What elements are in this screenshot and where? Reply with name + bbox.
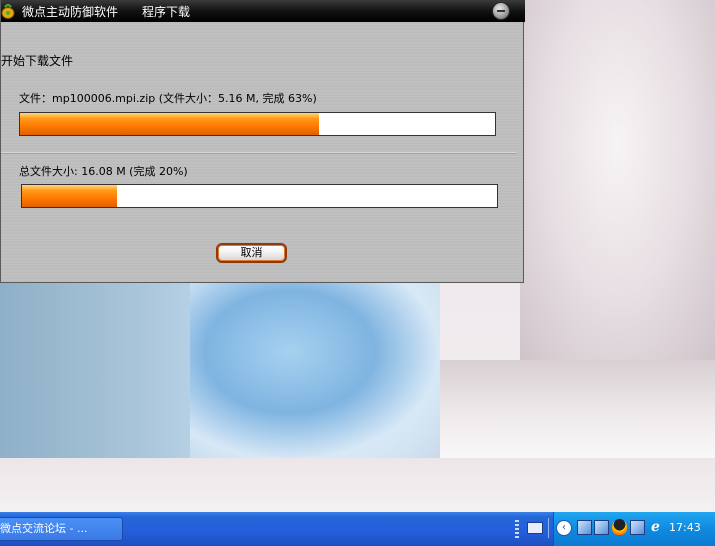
network-icon[interactable]: [577, 520, 592, 535]
tray-clock[interactable]: 17:43: [669, 521, 701, 534]
file-progress-label: 文件：mp100006.mpi.zip (文件大小：5.16 M, 完成 63%…: [19, 92, 317, 105]
total-progress-fill: [22, 185, 117, 207]
network-icon[interactable]: [594, 520, 609, 535]
app-logo-icon: [1, 4, 15, 19]
download-dialog: 微点主动防御软件 程序下载 开始下载文件 文件：mp100006.mpi.zip…: [0, 0, 525, 283]
network-icon[interactable]: [630, 520, 645, 535]
window-title: 微点主动防御软件: [22, 5, 119, 19]
file-progress-bar: [19, 112, 496, 136]
wallpaper-trees: [520, 0, 715, 360]
chevron-left-icon[interactable]: ‹: [556, 520, 572, 536]
cancel-button[interactable]: 取消: [216, 243, 287, 263]
download-heading: 开始下载文件: [1, 54, 74, 68]
file-progress-fill: [20, 113, 320, 135]
qq-icon[interactable]: [612, 519, 627, 535]
tray-separator: [548, 518, 549, 538]
title-bar[interactable]: 微点主动防御软件 程序下载: [1, 0, 525, 22]
taskbar-item-forum[interactable]: 微点交流论坛 - ...: [0, 517, 123, 541]
section-divider: [1, 152, 517, 154]
wallpaper-ground: [0, 458, 715, 512]
minimize-icon: [497, 10, 505, 12]
ie-icon[interactable]: ℯ: [648, 519, 663, 535]
toolbar-grip[interactable]: [515, 520, 519, 538]
minimize-button[interactable]: [492, 2, 510, 20]
wallpaper-snow: [440, 360, 715, 460]
total-progress-bar: [21, 184, 498, 208]
keyboard-icon[interactable]: [527, 522, 543, 534]
wallpaper-dress: [190, 280, 440, 460]
program-download-menu[interactable]: 程序下载: [142, 3, 190, 20]
total-progress-label: 总文件大小: 16.08 M (完成 20%): [19, 165, 188, 178]
